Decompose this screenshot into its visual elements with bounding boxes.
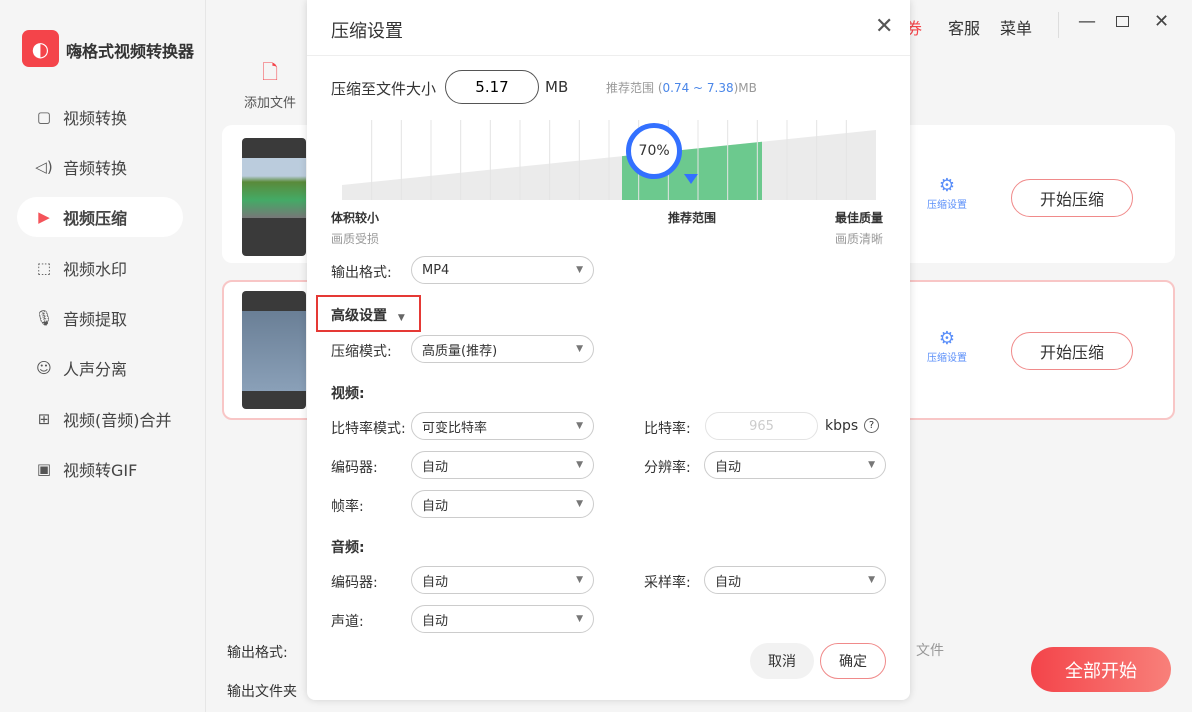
chevron-down-icon: ▼: [868, 575, 875, 585]
chevron-down-icon: ▼: [576, 460, 583, 470]
output-format-label: 输出格式:: [227, 645, 288, 661]
sidebar-item-vocal-separate[interactable]: ☺ 人声分离: [17, 348, 183, 388]
video-thumbnail: [242, 291, 306, 409]
audio-extract-icon: 🎙: [34, 309, 54, 327]
chevron-down-icon: ▼: [576, 499, 583, 509]
compress-settings-dialog: 压缩设置 ✕ 压缩至文件大小 MB 推荐范围 (0.74 ~ 7.38)MB 7…: [307, 0, 910, 700]
audio-encoder-select[interactable]: 自动 ▼: [411, 566, 594, 594]
vocal-separate-icon: ☺: [36, 359, 52, 377]
header-divider: [1058, 12, 1059, 38]
watermark-icon: ⬚: [36, 259, 52, 277]
video-convert-icon: ▢: [36, 108, 52, 126]
audio-convert-icon: ◁): [35, 158, 53, 176]
video-compress-icon: ▶: [38, 208, 50, 226]
chevron-down-icon: ▼: [576, 575, 583, 585]
add-file-button[interactable]: 🗋 添加文件: [240, 58, 300, 111]
video-encoder-select[interactable]: 自动 ▼: [411, 451, 594, 479]
start-compress-button[interactable]: 开始压缩: [1011, 179, 1133, 217]
sidebar-item-video-convert[interactable]: ▢ 视频转换: [17, 97, 183, 137]
minimize-icon[interactable]: —: [1078, 11, 1096, 32]
chevron-down-icon: ▼: [576, 265, 583, 275]
fps-select[interactable]: 自动 ▼: [411, 490, 594, 518]
samplerate-select[interactable]: 自动 ▼: [704, 566, 886, 594]
audio-section-title: 音频:: [331, 540, 365, 556]
service-link[interactable]: 客服: [948, 15, 980, 39]
ok-button[interactable]: 确定: [820, 643, 886, 679]
compress-settings-button[interactable]: ⚙ 压缩设置: [917, 328, 977, 364]
audio-encoder-label: 编码器:: [331, 575, 378, 591]
resolution-select[interactable]: 自动 ▼: [704, 451, 886, 479]
chevron-down-icon: ▼: [576, 344, 583, 354]
fps-label: 帧率:: [331, 499, 364, 515]
caret-down-icon: ▼: [397, 313, 405, 323]
gif-icon: ▣: [36, 460, 52, 478]
sidebar-item-audio-convert[interactable]: ◁) 音频转换: [17, 147, 183, 187]
sidebar-item-video-compress[interactable]: ▶ 视频压缩: [17, 197, 183, 237]
small-size-label: 体积较小: [331, 211, 380, 225]
bitrate-mode-label: 比特率模式:: [331, 421, 406, 437]
video-section-title: 视频:: [331, 386, 365, 402]
advanced-settings-toggle[interactable]: 高级设置 ▼: [331, 305, 405, 325]
start-compress-button[interactable]: 开始压缩: [1011, 332, 1133, 370]
maximize-icon[interactable]: [1116, 16, 1129, 27]
settings-icon: ⚙: [938, 328, 956, 349]
sidebar: ◐ 嗨格式视频转换器 ▢ 视频转换 ◁) 音频转换 ▶ 视频压缩 ⬚ 视频水印 🎙 音频提…: [0, 0, 206, 712]
chevron-down-icon: ▼: [576, 614, 583, 624]
quality-loss-label: 画质受损: [331, 232, 380, 246]
bitrate-mode-select[interactable]: 可变比特率 ▼: [411, 412, 594, 440]
video-thumbnail: [242, 138, 306, 256]
add-file-icon: 🗋: [261, 60, 279, 84]
size-unit: MB: [545, 78, 569, 96]
channel-label: 声道:: [331, 614, 364, 630]
sidebar-item-watermark[interactable]: ⬚ 视频水印: [17, 248, 183, 288]
help-icon[interactable]: ?: [864, 418, 879, 433]
samplerate-label: 采样率:: [644, 575, 691, 591]
output-folder-label: 输出文件夹: [227, 684, 297, 700]
size-label: 压缩至文件大小: [331, 80, 437, 98]
cancel-button[interactable]: 取消: [750, 643, 814, 679]
output-format-label: 输出格式:: [331, 265, 392, 281]
settings-icon: ⚙: [938, 175, 956, 196]
app-name: 嗨格式视频转换器: [66, 42, 195, 61]
recommended-label: 推荐范围: [668, 211, 717, 225]
sidebar-item-merge[interactable]: ⊞ 视频(音频)合并: [17, 399, 183, 439]
clear-quality-label: 画质清晰: [835, 232, 884, 246]
app-logo-icon: ◐: [22, 30, 59, 67]
size-input[interactable]: [445, 70, 539, 104]
title-divider: [307, 55, 910, 56]
bitrate-unit: kbps: [825, 418, 859, 434]
bitrate-input[interactable]: 965: [705, 412, 818, 440]
video-encoder-label: 编码器:: [331, 460, 378, 476]
size-slider[interactable]: [342, 120, 876, 200]
start-all-button[interactable]: 全部开始: [1031, 647, 1171, 692]
best-quality-label: 最佳质量: [835, 211, 884, 225]
output-format-select[interactable]: MP4 ▼: [411, 256, 594, 284]
bitrate-label: 比特率:: [644, 421, 691, 437]
open-file-link[interactable]: 文件: [916, 640, 944, 660]
mode-label: 压缩模式:: [331, 344, 392, 360]
sidebar-item-gif[interactable]: ▣ 视频转GIF: [17, 449, 183, 489]
recommended-range: 推荐范围 (0.74 ~ 7.38)MB: [606, 81, 757, 95]
slider-handle[interactable]: 70%: [626, 123, 683, 179]
mode-select[interactable]: 高质量(推荐) ▼: [411, 335, 594, 363]
slider-pointer: [684, 174, 698, 184]
chevron-down-icon: ▼: [576, 421, 583, 431]
menu-link[interactable]: 菜单: [1000, 15, 1032, 39]
close-icon[interactable]: ✕: [875, 14, 893, 39]
resolution-label: 分辨率:: [644, 460, 691, 476]
chevron-down-icon: ▼: [868, 460, 875, 470]
channel-select[interactable]: 自动 ▼: [411, 605, 594, 633]
sidebar-item-audio-extract[interactable]: 🎙 音频提取: [17, 298, 183, 338]
dialog-title: 压缩设置: [331, 21, 403, 42]
merge-icon: ⊞: [37, 410, 51, 428]
compress-settings-button[interactable]: ⚙ 压缩设置: [917, 175, 977, 211]
close-app-icon[interactable]: ✕: [1154, 11, 1169, 32]
